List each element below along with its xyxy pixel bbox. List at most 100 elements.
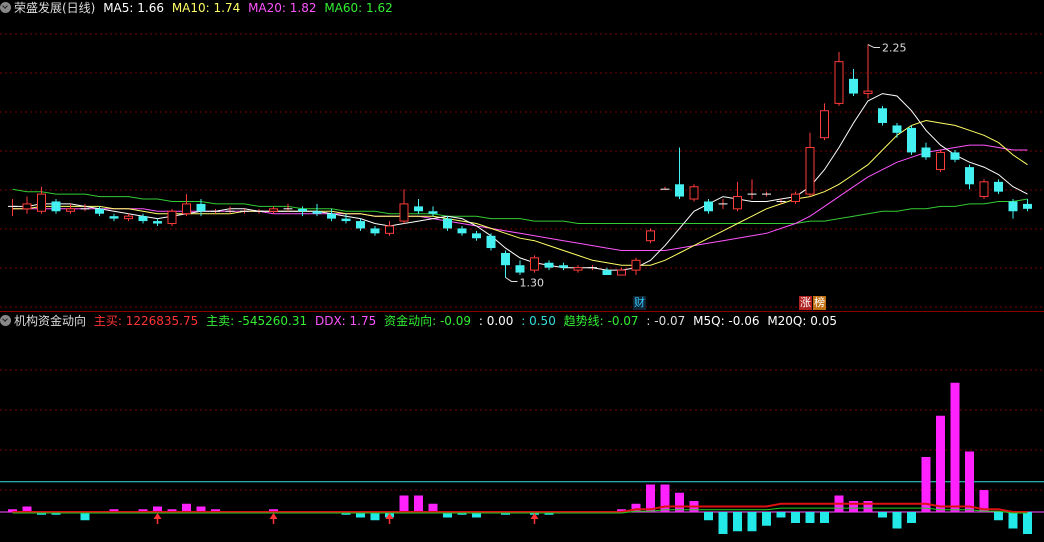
candle-body [196,203,206,212]
badge-cai[interactable]: 财 [633,296,646,310]
candle-body [37,193,46,212]
m20q-readout: M20Q: 0.05 [767,314,837,328]
badge-bang[interactable]: 榜 [813,296,826,310]
candle-body [631,259,641,271]
candle-body [1008,201,1018,212]
high-marker [867,44,880,49]
flow-bar [718,512,728,534]
candle-body [1023,203,1032,209]
candle-body [733,196,742,210]
candle-body [544,262,554,268]
candle-body [298,208,307,212]
flow-bar [762,512,771,526]
flow-bar [936,415,945,512]
candle-body [22,203,32,210]
candle-body [907,127,916,153]
candle-body [849,78,858,94]
candle-body [979,181,989,198]
trend2-readout: : -0.07 [646,314,686,328]
flow-bar [1008,512,1018,529]
flow-bar [892,512,902,529]
candle-body [834,61,844,104]
candlestick-chart[interactable]: 2.25 1.30 [0,12,1044,312]
candle-body [399,203,409,222]
candle-body [385,225,394,234]
flow-bar [863,501,873,512]
buy-arrow-icon [269,513,278,519]
candle-body [501,252,510,266]
fund-flow-chart[interactable] [0,330,1044,542]
candle-body [675,184,684,197]
candle-body [327,213,336,219]
flow-bar [849,501,858,512]
candle-body [109,216,119,219]
ddx-readout: DDX: 1.75 [314,314,377,328]
flow-bar [820,512,829,523]
m5q-readout: M5Q: -0.06 [693,314,760,328]
sub-title: 机构资金动向 [14,314,87,328]
candle-body [182,203,191,215]
flow-bar [733,512,742,532]
candle-body [124,215,133,220]
sub-header: 机构资金动向 主买: 1226835.75 主卖: -545260.31 DDX… [0,313,841,329]
candle-body [936,151,945,171]
candle-body [805,147,815,195]
zhumai-sell-readout: 主卖: -545260.31 [206,314,308,328]
zhumai-readout: 主买: 1226835.75 [93,314,199,328]
candle-body [138,216,148,222]
candle-body [689,186,699,200]
low-label: 1.30 [520,276,545,289]
candle-body [428,211,438,214]
ma20-line [12,144,1028,251]
flow-bar [675,492,684,512]
candle-body [472,233,481,239]
candle-body [892,125,902,133]
flow-bar [878,512,887,518]
candle-body [863,90,873,95]
flow-bar [1023,512,1032,534]
flow-bar [776,512,786,518]
candle-body [994,181,1003,192]
candle-body [312,211,322,214]
candle-body [921,147,931,158]
candle-body [950,152,960,160]
ma60-line [12,188,1028,224]
candle-body [51,201,61,212]
candle-body [443,218,452,229]
candle-body [617,269,626,276]
candle-body [341,218,351,222]
flow-bar [791,512,800,523]
panel-divider [0,311,1044,312]
candle-body [573,267,583,271]
zero-readout: : 0.00 [478,314,514,328]
candle-body [791,193,800,202]
buy-arrow-icon [153,513,162,519]
badge-zhang[interactable]: 涨 [799,296,812,310]
ma10-line [12,119,1028,266]
flow-bar [950,382,960,512]
candle-body [457,228,467,234]
flow-bar [907,512,916,523]
candle-body [370,228,380,234]
high-label: 2.25 [882,42,907,55]
chevron-down-icon[interactable] [0,315,11,326]
flow-bar [182,503,191,512]
candle-body [95,208,104,214]
low-marker [505,277,518,282]
flow-bar [994,512,1003,521]
flow-bar [747,512,757,532]
candle-body [878,108,887,123]
candle-body [167,210,177,225]
flow-bar [414,495,423,512]
candle-body [66,208,75,212]
flow-bar [399,495,409,512]
level-readout: : 0.50 [521,314,556,328]
candle-body [820,110,829,139]
candle-body [486,235,496,249]
candle-body [356,221,365,229]
candle-body [530,257,539,271]
candle-body [559,265,568,268]
candle-body [269,208,278,212]
candle-body [602,270,612,276]
candle-body [515,265,525,273]
